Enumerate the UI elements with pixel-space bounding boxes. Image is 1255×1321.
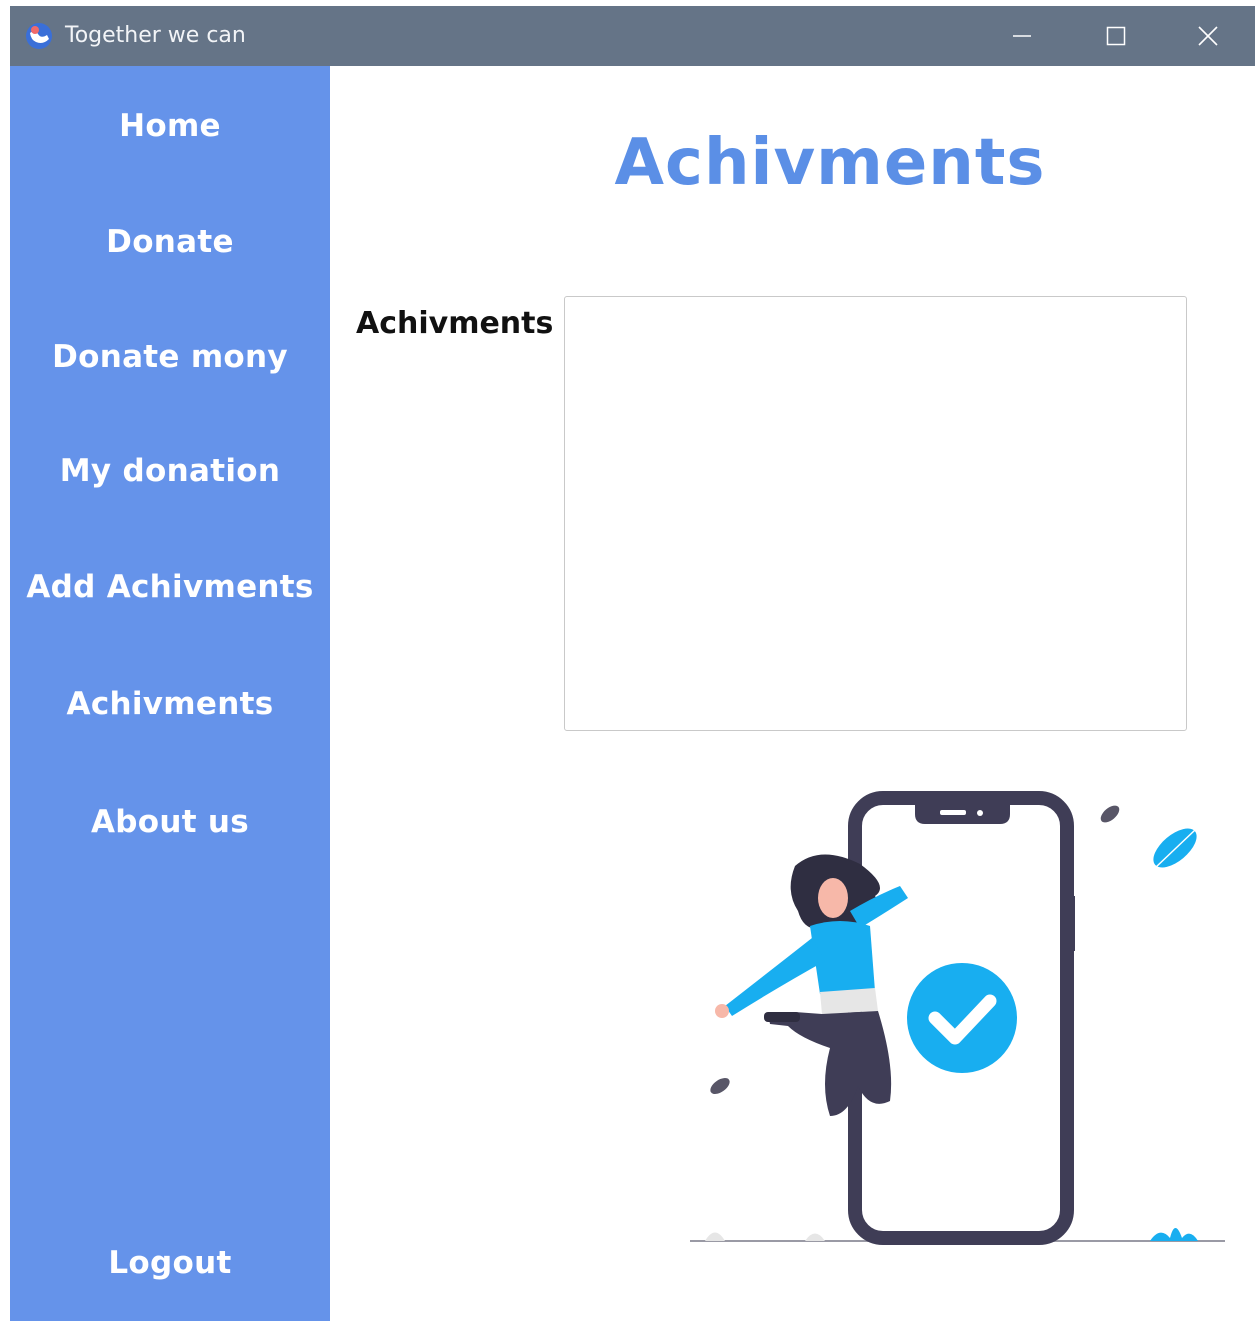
person-legs: [768, 1011, 892, 1116]
phone-side-button: [1069, 896, 1075, 951]
sidebar-item-about-us[interactable]: About us: [10, 794, 330, 850]
sidebar-item-donate-money[interactable]: Donate mony: [10, 329, 330, 385]
check-circle-icon: [907, 963, 1017, 1073]
leaf-icon: [710, 1078, 730, 1094]
sidebar: Home Donate Donate mony My donation Add …: [10, 66, 330, 1321]
logout-button[interactable]: Logout: [10, 1235, 330, 1291]
sidebar-item-home[interactable]: Home: [10, 98, 330, 154]
achievements-label: Achivments: [356, 306, 554, 341]
minimize-icon: [1013, 35, 1031, 37]
sidebar-item-donate[interactable]: Donate: [10, 214, 330, 270]
close-icon: [1198, 26, 1218, 46]
person-arm-out: [725, 938, 825, 1016]
app-window: Together we can Home Donate Donate mony …: [10, 6, 1255, 1321]
maximize-icon: [1106, 26, 1126, 46]
title-bar[interactable]: Together we can: [10, 6, 1255, 66]
sidebar-item-achievements[interactable]: Achivments: [10, 676, 330, 732]
sidebar-item-add-achievements[interactable]: Add Achivments: [10, 559, 330, 615]
celebration-illustration: [690, 791, 1225, 1245]
main-content: Achivments Achivments: [330, 66, 1255, 1321]
page-title: Achivments: [614, 126, 1046, 200]
maximize-button[interactable]: [1070, 6, 1162, 66]
achievements-text-area[interactable]: [564, 296, 1187, 731]
leaf-icon: [1100, 805, 1120, 823]
close-button[interactable]: [1162, 6, 1254, 66]
window-title: Together we can: [65, 23, 246, 48]
sidebar-item-my-donation[interactable]: My donation: [10, 443, 330, 499]
app-globe-icon: [26, 23, 52, 49]
grass-tuft: [1150, 1228, 1198, 1241]
minimize-button[interactable]: [976, 6, 1068, 66]
